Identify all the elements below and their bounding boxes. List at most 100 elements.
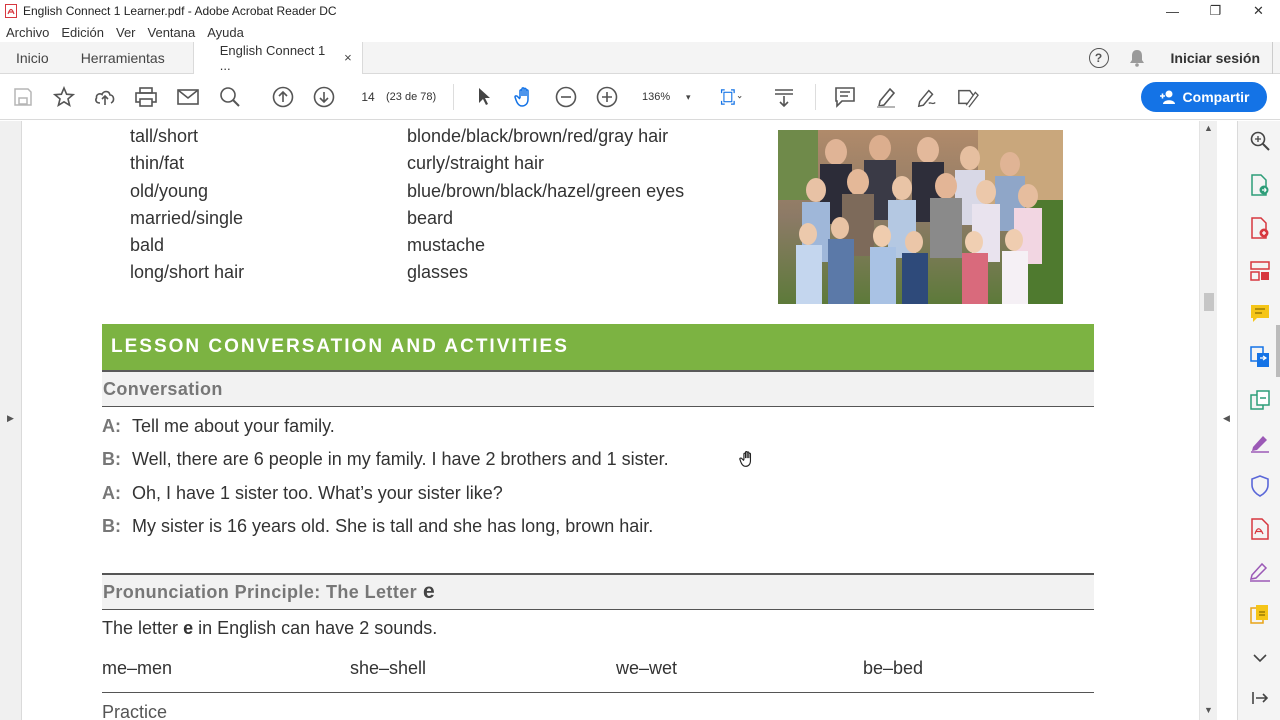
menu-ventana[interactable]: Ventana xyxy=(148,25,196,40)
letter-explanation: The letter e in English can have 2 sound… xyxy=(102,618,437,639)
share-button[interactable]: Compartir xyxy=(1141,82,1267,112)
letter-line-prefix: The letter xyxy=(102,618,179,638)
practice-heading: Practice xyxy=(102,702,168,720)
zoom-search-icon[interactable] xyxy=(1249,130,1271,152)
pronunciation-header: Pronunciation Principle: The Letter e xyxy=(102,575,1094,610)
fit-page-icon[interactable] xyxy=(720,86,742,108)
tab-close-icon[interactable]: × xyxy=(344,50,352,65)
family-photo xyxy=(778,130,1063,304)
vocab-item: thin/fat xyxy=(130,153,185,174)
create-pdf-icon[interactable] xyxy=(1249,217,1271,239)
print-icon[interactable] xyxy=(135,86,157,108)
speaker-label: B: xyxy=(102,449,121,469)
vocab-item: married/single xyxy=(130,207,244,228)
zoom-out-icon[interactable] xyxy=(555,86,577,108)
page-number-input[interactable]: 14 xyxy=(353,86,383,108)
send-files-icon[interactable] xyxy=(1249,604,1271,626)
menu-ver[interactable]: Ver xyxy=(116,25,136,40)
more-tools-chevron-icon[interactable] xyxy=(1249,647,1271,669)
menu-archivo[interactable]: Archivo xyxy=(6,25,49,40)
lesson-header-text: LESSON CONVERSATION AND ACTIVITIES xyxy=(111,336,569,357)
conversation-header-text: Conversation xyxy=(103,378,223,399)
conversation-header: Conversation xyxy=(102,372,1094,407)
add-user-icon xyxy=(1159,90,1175,104)
speaker-label: A: xyxy=(102,483,121,503)
vocab-item: curly/straight hair xyxy=(407,153,545,174)
collapse-tools-icon[interactable] xyxy=(1249,687,1271,709)
upload-icon[interactable] xyxy=(94,86,116,108)
bell-icon[interactable] xyxy=(1129,49,1145,67)
document-view[interactable]: tall/short thin/fat old/young married/si… xyxy=(22,121,1199,720)
edit-pdf-icon[interactable] xyxy=(1249,346,1271,368)
vocab-item: long/short hair xyxy=(130,262,245,283)
vocab-left-column: tall/short thin/fat old/young married/si… xyxy=(130,123,244,287)
zoom-in-icon[interactable] xyxy=(596,86,618,108)
request-signature-icon[interactable] xyxy=(1249,561,1271,583)
star-icon[interactable] xyxy=(53,86,75,108)
panel-edge xyxy=(1272,42,1280,74)
select-arrow-icon[interactable] xyxy=(473,86,495,108)
tools-panel-scroll-thumb[interactable] xyxy=(1276,325,1280,377)
section-divider xyxy=(102,692,1094,693)
sign-icon[interactable] xyxy=(916,86,938,108)
hand-tool-icon[interactable] xyxy=(514,86,536,108)
conversation-text: My sister is 16 years old. She is tall a… xyxy=(132,516,654,536)
page-up-icon[interactable] xyxy=(272,86,294,108)
window-title: English Connect 1 Learner.pdf - Adobe Ac… xyxy=(23,4,337,18)
compress-pdf-icon[interactable] xyxy=(1249,389,1271,411)
minimize-button[interactable]: — xyxy=(1151,0,1194,22)
lesson-header: LESSON CONVERSATION AND ACTIVITIES xyxy=(102,324,1094,372)
export-pdf-icon[interactable] xyxy=(1249,174,1271,196)
search-icon[interactable] xyxy=(219,86,241,108)
zoom-dropdown-icon[interactable]: ▾ xyxy=(686,86,691,108)
scroll-mode-icon[interactable] xyxy=(773,86,795,108)
zoom-level[interactable]: 136% xyxy=(642,86,670,108)
highlight-icon[interactable] xyxy=(875,86,897,108)
conversation-text: Tell me about your family. xyxy=(132,416,335,436)
letter-line-suffix: in English can have 2 sounds. xyxy=(198,618,438,638)
page-down-icon[interactable] xyxy=(313,86,335,108)
save-icon[interactable] xyxy=(12,86,34,108)
scroll-up-icon[interactable]: ▲ xyxy=(1204,123,1213,133)
conversation-line: B: My sister is 16 years old. She is tal… xyxy=(102,516,653,537)
vocab-item: bald xyxy=(130,235,165,256)
share-label: Compartir xyxy=(1182,89,1250,105)
tab-tools[interactable]: Herramientas xyxy=(65,42,181,74)
scrollbar-thumb[interactable] xyxy=(1204,293,1214,311)
help-icon[interactable]: ? xyxy=(1088,48,1109,68)
restore-button[interactable]: ❐ xyxy=(1194,0,1237,22)
email-icon[interactable] xyxy=(177,86,199,108)
tab-home[interactable]: Inicio xyxy=(0,42,65,74)
scroll-down-icon[interactable]: ▼ xyxy=(1204,705,1213,715)
vocab-item: glasses xyxy=(407,262,469,283)
protect-icon[interactable] xyxy=(1249,475,1271,497)
comment-tool-icon[interactable] xyxy=(1249,303,1271,325)
conversation-line: B: Well, there are 6 people in my family… xyxy=(102,449,669,470)
page-count: (23 de 78) xyxy=(386,91,437,103)
pronunciation-letter: e xyxy=(423,580,435,603)
organize-pages-icon[interactable] xyxy=(1249,260,1271,282)
comment-icon[interactable] xyxy=(834,86,856,108)
menu-ayuda[interactable]: Ayuda xyxy=(207,25,244,40)
vocab-item: blue/brown/black/hazel/green eyes xyxy=(407,180,685,201)
signin-link[interactable]: Iniciar sesión xyxy=(1171,50,1260,66)
expand-left-panel-icon[interactable]: ▶ xyxy=(7,413,14,424)
acrobat-pdf-icon[interactable] xyxy=(1249,518,1271,540)
left-nav-panel: ▶ xyxy=(0,121,22,720)
fill-form-icon[interactable] xyxy=(957,86,979,108)
hand-cursor-icon xyxy=(739,450,757,473)
collapse-right-panel-icon[interactable]: ◀ xyxy=(1223,413,1230,424)
fill-sign-icon[interactable] xyxy=(1249,432,1271,454)
tab-document[interactable]: English Connect 1 ... × xyxy=(192,41,363,74)
right-panel-toggle-strip: ◀ xyxy=(1217,121,1237,720)
word-pair: we–wet xyxy=(616,658,678,678)
menu-edicion[interactable]: Edición xyxy=(61,25,104,40)
vertical-scrollbar[interactable]: ▲ ▼ xyxy=(1199,121,1217,720)
vocab-item: old/young xyxy=(130,180,209,201)
word-pair: be–bed xyxy=(863,658,924,678)
tab-document-label: English Connect 1 ... xyxy=(219,42,326,73)
close-window-button[interactable]: ✕ xyxy=(1237,0,1280,22)
tab-bar: Inicio Herramientas English Connect 1 ..… xyxy=(0,41,1280,74)
pronunciation-header-text: Pronunciation Principle: The Letter xyxy=(103,581,418,602)
speaker-label: B: xyxy=(102,516,121,536)
